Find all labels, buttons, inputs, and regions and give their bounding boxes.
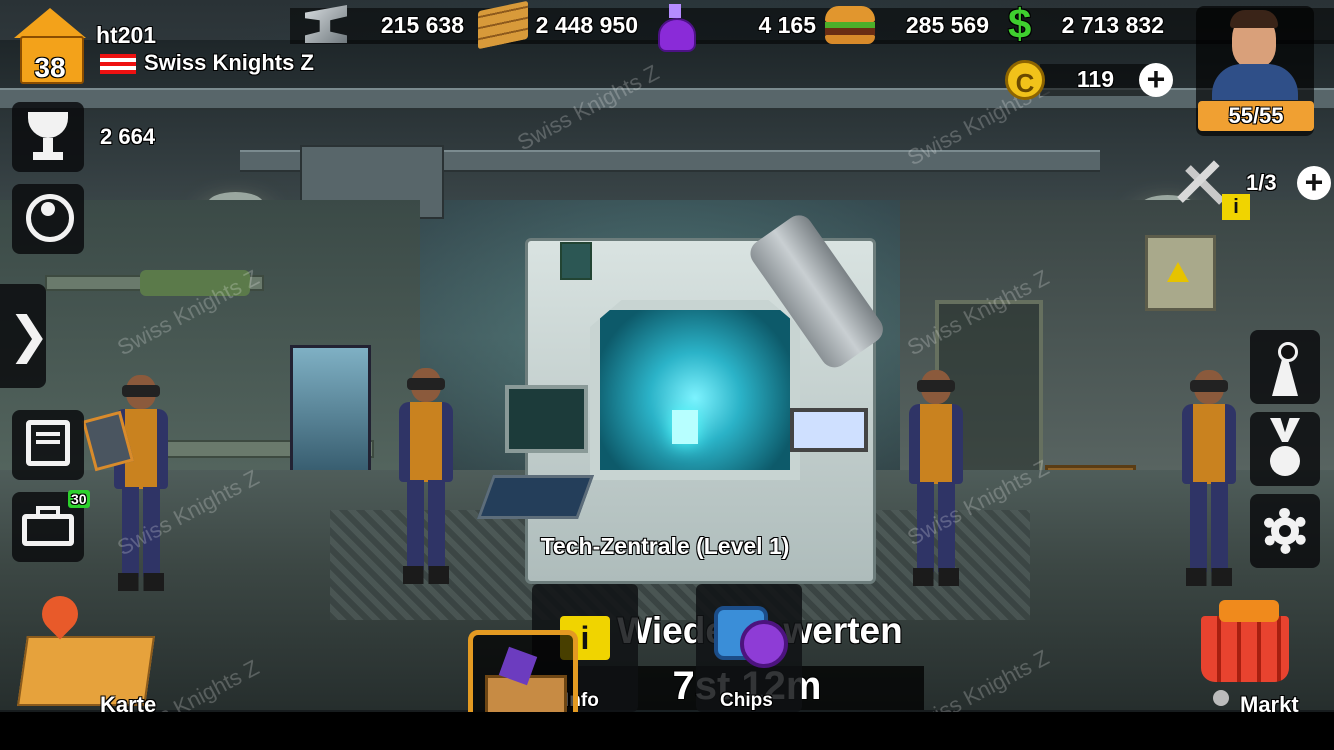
dollar-icon: $	[1008, 0, 1032, 47]
radio-tower-button[interactable]	[1250, 330, 1320, 404]
player-name: ht201	[96, 22, 157, 48]
settings-button[interactable]	[1250, 494, 1320, 568]
chips-button[interactable]: Chips	[696, 584, 802, 712]
shopping-cart-icon	[1201, 616, 1289, 682]
map-pin-icon	[34, 588, 86, 640]
tech-chamber	[590, 300, 800, 480]
worker-with-device	[905, 370, 965, 590]
cash-amount: 2 713 832	[1061, 12, 1164, 38]
burger-icon	[825, 6, 875, 44]
market-button[interactable]: Markt	[1165, 600, 1325, 717]
worker-with-clipboard	[395, 368, 455, 588]
profile-icon	[26, 194, 74, 242]
builder-count: 1/3	[1246, 170, 1277, 195]
coin-amount: 119	[1076, 66, 1114, 92]
map-button[interactable]: Karte	[8, 588, 158, 717]
potion-flask-icon	[658, 4, 696, 52]
medal-button[interactable]	[1250, 412, 1320, 486]
warning-sign-icon	[1167, 262, 1189, 282]
wood-amount: 2 448 950	[535, 12, 638, 38]
worker-with-tablet	[81, 375, 170, 595]
glowing-core	[672, 410, 698, 444]
news-button[interactable]	[12, 410, 84, 480]
add-builder-button[interactable]: +	[1297, 166, 1331, 200]
steel-amount: 215 638	[380, 12, 464, 38]
toolbox-icon	[22, 514, 74, 546]
chevron-right-icon: ❯	[8, 306, 50, 364]
player-level: 38	[34, 52, 66, 83]
profile-button[interactable]	[12, 184, 84, 254]
readout-screen	[790, 408, 868, 452]
add-coins-button[interactable]: +	[1139, 63, 1173, 97]
house-icon	[14, 8, 86, 38]
builder-info-icon[interactable]: i	[1222, 194, 1250, 220]
toolbox-badge: 30	[68, 490, 90, 508]
potion-amount: 4 165	[758, 12, 816, 38]
game-scene: Swiss Knights Z Swiss Knights Z Swiss Kn…	[0, 0, 1334, 750]
clan-name[interactable]: Swiss Knights Z	[144, 50, 314, 76]
trophy-icon	[28, 112, 68, 138]
worker-with-tool	[1178, 370, 1238, 590]
building-title: Tech-Zentrale (Level 1)	[540, 533, 790, 559]
clan-flag-icon	[100, 54, 136, 74]
medal-icon	[1270, 446, 1300, 476]
coin-icon: C	[1005, 60, 1045, 100]
control-panel	[560, 242, 592, 280]
chips-label: Chips	[720, 690, 773, 711]
player-level-button[interactable]: 38	[8, 8, 92, 84]
trophy-count: 2 664	[100, 124, 156, 149]
purple-chip-icon	[740, 620, 788, 668]
food-amount: 285 569	[905, 12, 989, 38]
hero-energy: 55/55	[1198, 101, 1314, 131]
trophy-button[interactable]	[12, 102, 84, 172]
keyboard	[476, 475, 595, 519]
monitor-screen	[505, 385, 588, 453]
specimen-cabinet	[290, 345, 371, 481]
bottom-bar	[0, 712, 1334, 750]
side-drawer-button[interactable]: ❯	[0, 284, 50, 388]
